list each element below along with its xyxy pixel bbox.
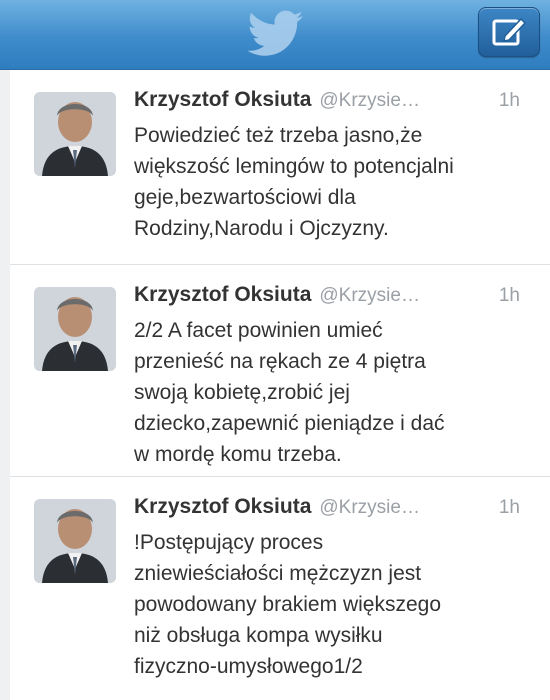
tweet-timestamp: 1h [498,285,520,306]
tweet-header: Krzysztof Oksiuta @Krzysie… 1h [134,88,520,118]
avatar[interactable] [34,499,116,583]
author-handle[interactable]: @Krzysie… [319,285,420,306]
compose-tweet-button[interactable] [478,7,540,57]
tweet-timestamp: 1h [498,497,520,518]
compose-tweet-icon [492,17,527,46]
avatar[interactable] [34,287,116,371]
twitter-bird-icon[interactable] [247,10,305,60]
tweet-text: Powiedzieć też trzeba jasno,że większość… [134,124,454,240]
tweet-header: Krzysztof Oksiuta @Krzysie… 1h [134,283,520,313]
avatar[interactable] [34,92,116,176]
top-bar [0,0,550,70]
author-name[interactable]: Krzysztof Oksiuta [134,283,311,306]
tweet-header: Krzysztof Oksiuta @Krzysie… 1h [134,495,520,525]
tweet-timestamp: 1h [498,90,520,111]
author-name[interactable]: Krzysztof Oksiuta [134,88,311,111]
tweet-card[interactable]: Krzysztof Oksiuta @Krzysie… 1h !Postępują… [10,476,550,700]
tweet-card[interactable]: Krzysztof Oksiuta @Krzysie… 1h 2/2 A face… [10,264,550,476]
tweet-timeline[interactable]: Krzysztof Oksiuta @Krzysie… 1h Powiedzieć… [0,70,550,700]
tweet-card[interactable]: Krzysztof Oksiuta @Krzysie… 1h Powiedzieć… [10,70,550,264]
author-name[interactable]: Krzysztof Oksiuta [134,495,311,518]
tweet-text: 2/2 A facet powinien umieć przenieść na … [134,319,445,466]
author-handle[interactable]: @Krzysie… [319,497,420,518]
author-handle[interactable]: @Krzysie… [319,90,420,111]
tweet-text: !Postępujący proces zniewieściałości męż… [134,531,441,678]
